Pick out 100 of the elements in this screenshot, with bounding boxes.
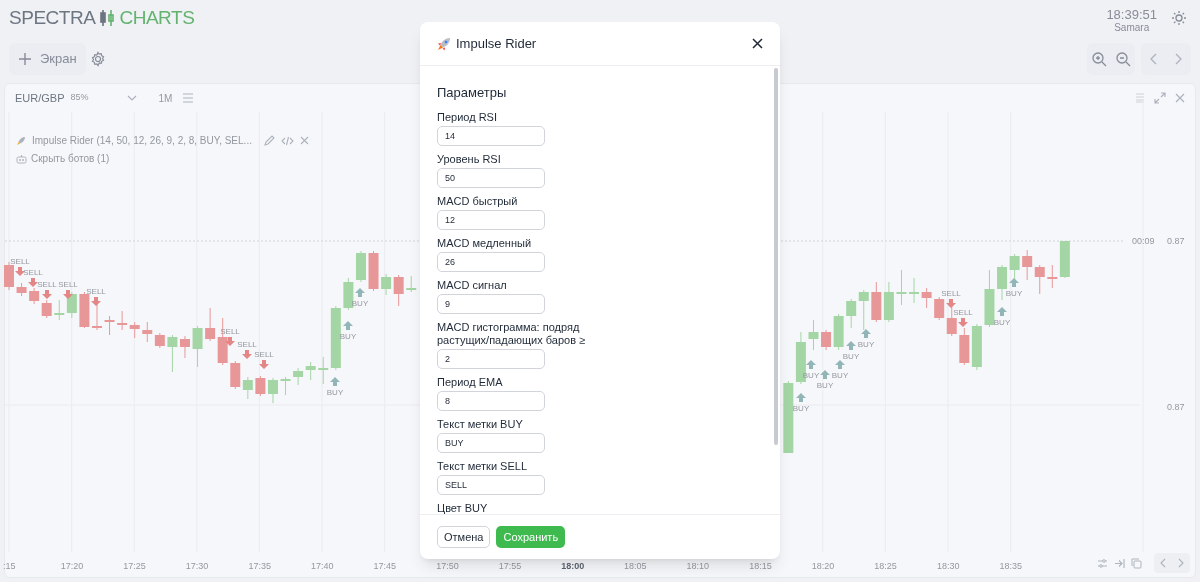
candlestick <box>267 377 278 404</box>
field-label: MACD гистограмма: подряд растущих/падающих баров ≥ <box>437 320 587 347</box>
input-field[interactable]: 26 <box>437 251 545 272</box>
field-label: MACD сигнал <box>437 278 508 292</box>
candlestick <box>41 299 52 319</box>
candlestick <box>1022 249 1033 281</box>
timezone-label: Samara <box>1114 22 1150 34</box>
scrollbar[interactable] <box>774 68 778 445</box>
time-label: 17:50 <box>435 560 460 573</box>
close-icon[interactable] <box>752 38 763 49</box>
signal-label: SELL <box>953 308 973 317</box>
logo-text: SPECTRA <box>9 5 96 30</box>
field-label: Уровень RSI <box>437 152 502 166</box>
time-label: 17:25 <box>122 560 147 573</box>
input-field[interactable]: SELL <box>437 474 545 495</box>
signal-label: SELL <box>58 280 78 289</box>
pencil-icon[interactable] <box>263 135 275 146</box>
time-label: 18:00 <box>560 560 586 573</box>
clock-time: 18:39:51 <box>1106 8 1157 22</box>
time-label: 17:20 <box>59 560 85 573</box>
symbol-label[interactable]: EUR/GBP <box>15 89 65 107</box>
copy-icon[interactable] <box>1131 557 1142 569</box>
time-label: 17:30 <box>184 560 210 573</box>
candlestick <box>280 376 291 396</box>
input-field[interactable]: 12 <box>437 209 545 230</box>
candlestick <box>846 298 857 329</box>
candlestick <box>997 264 1008 301</box>
up-arrow-icon <box>1009 278 1019 287</box>
input-field[interactable]: 14 <box>437 125 545 146</box>
candlestick <box>808 319 819 351</box>
input-field[interactable]: 9 <box>437 293 545 314</box>
signal-label: BUY <box>326 388 344 397</box>
chevron-right-icon[interactable] <box>1173 52 1183 65</box>
zoom-in-icon[interactable] <box>1091 50 1107 67</box>
field-label: Период EMA <box>437 375 504 389</box>
code-icon[interactable] <box>280 135 294 146</box>
candlestick <box>921 287 932 309</box>
menu-icon[interactable] <box>182 93 195 103</box>
candlestick <box>16 282 27 297</box>
down-arrow-icon <box>91 297 101 306</box>
signal-label: SELL <box>237 340 257 349</box>
signal-label: BUY <box>792 404 810 413</box>
chevron-down-icon[interactable] <box>126 94 137 102</box>
signal-label: SELL <box>10 257 30 266</box>
price-label: 0.87 <box>1167 401 1185 414</box>
up-arrow-icon <box>355 288 365 297</box>
candlestick <box>255 375 266 397</box>
input-field[interactable]: 50 <box>437 167 545 188</box>
chevron-left-icon[interactable] <box>1160 558 1167 568</box>
robot-icon <box>16 153 27 164</box>
settings-icon[interactable] <box>89 50 106 67</box>
zoom-out-icon[interactable] <box>1115 50 1131 67</box>
candlestick <box>909 277 920 304</box>
up-arrow-icon <box>330 377 340 386</box>
candlestick <box>406 275 417 293</box>
sun-icon[interactable] <box>1171 10 1187 26</box>
candlestick <box>66 291 77 319</box>
time-label: 18:20 <box>810 560 836 573</box>
jump-to-end-icon[interactable] <box>1114 557 1125 569</box>
signal-label: BUY <box>831 371 849 380</box>
input-field[interactable]: 8 <box>437 390 545 411</box>
field-label: Текст метки SELL <box>437 459 529 473</box>
expand-icon[interactable] <box>1154 92 1166 104</box>
input-field[interactable]: BUY <box>437 432 545 453</box>
candlestick <box>54 299 65 321</box>
signal-label: SELL <box>86 287 106 296</box>
candlestick <box>883 281 894 323</box>
time-label: 17:55 <box>497 560 523 573</box>
candlestick <box>205 307 216 342</box>
time-label: 18:25 <box>873 560 898 573</box>
rocket-icon <box>16 135 26 146</box>
candlestick <box>192 325 203 368</box>
candlestick <box>242 376 253 400</box>
field-label: MACD быстрый <box>437 194 519 208</box>
chevron-left-icon[interactable] <box>1149 52 1159 65</box>
candlestick <box>1034 264 1045 295</box>
candlestick <box>230 360 241 390</box>
time-label: 18:15 <box>748 560 773 573</box>
down-arrow-icon <box>63 290 73 299</box>
candlestick <box>858 289 869 331</box>
up-arrow-icon <box>343 321 353 330</box>
chevron-right-icon[interactable] <box>1177 558 1184 568</box>
signal-label: BUY <box>993 318 1011 327</box>
time-label: 17:40 <box>310 560 335 573</box>
indicator-legend: Impulse Rider (14, 50, 12, 26, 9, 2, 8, BUY, SEL... <box>32 133 252 148</box>
cancel-button[interactable]: Отмена <box>437 526 491 548</box>
time-label: 18:35 <box>998 560 1024 573</box>
time-label: 18:10 <box>685 560 711 573</box>
candlestick <box>129 321 140 339</box>
signal-label: SELL <box>23 268 43 277</box>
time-label: 18:30 <box>935 560 961 573</box>
field-label: Период RSI <box>437 110 498 124</box>
candlestick <box>142 321 153 343</box>
candlestick <box>117 310 128 331</box>
input-field[interactable]: 2 <box>437 348 545 369</box>
dialog-title: Impulse Rider <box>456 34 537 53</box>
candlestick <box>368 250 379 292</box>
candlestick <box>896 269 907 306</box>
candlestick <box>180 335 190 359</box>
sliders-icon[interactable] <box>1097 557 1108 569</box>
